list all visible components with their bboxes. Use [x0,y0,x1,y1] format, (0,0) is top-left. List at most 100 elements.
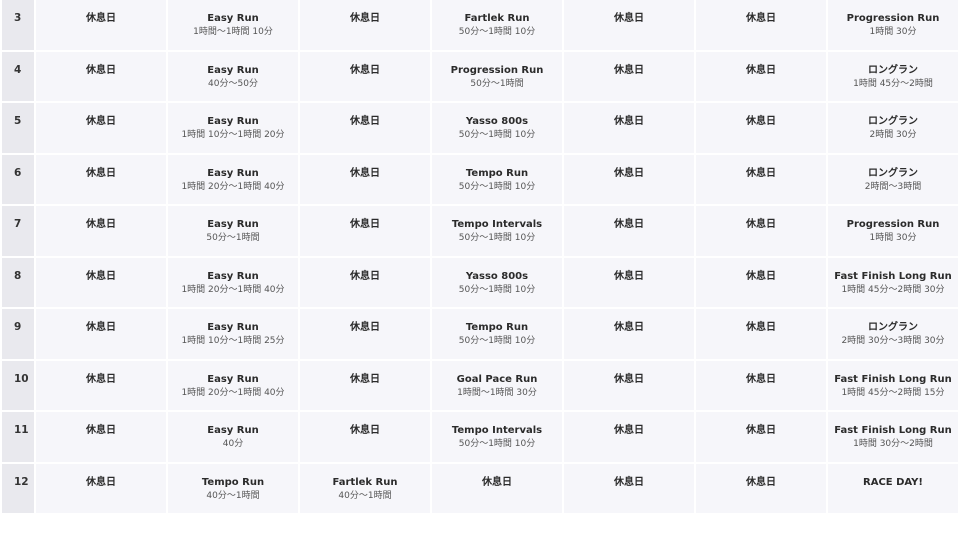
workout-title: 休息日 [86,270,116,282]
workout-title: 休息日 [746,167,776,179]
workout-title: 休息日 [614,116,644,127]
week-number: 6 [2,154,34,206]
workout-cell: 休息日 [300,412,430,464]
workout-duration: 50分〜1時間 10分 [458,233,536,243]
workout-title: Yasso 800s [465,116,529,127]
workout-cell: Fartlek Run 50分〜1時間 10分 [432,0,562,52]
week-number: 10 [2,360,34,412]
workout-cell: Tempo Intervals 50分〜1時間 10分 [432,412,562,464]
workout-title: 休息日 [350,219,380,230]
workout-title: 休息日 [86,167,116,179]
workout-title: 休息日 [746,219,776,230]
workout-title: 休息日 [86,13,116,24]
workout-cell: Fartlek Run 40分〜1時間 [300,463,430,515]
week-number: 12 [2,463,34,515]
workout-cell: 休息日 [564,463,694,515]
workout-cell: Easy Run 1時間〜1時間 10分 [168,0,298,52]
workout-cell: 休息日 [564,51,694,103]
workout-cell: Easy Run 1時間 10分〜1時間 20分 [168,103,298,155]
workout-duration: 1時間 10分〜1時間 25分 [181,336,285,346]
workout-cell: RACE DAY! [828,463,958,515]
workout-title: 休息日 [614,64,644,76]
workout-cell: 休息日 [300,309,430,361]
workout-duration: 50分〜1時間 10分 [458,439,536,449]
workout-title: 休息日 [350,322,380,333]
workout-duration: 50分〜1時間 10分 [458,181,536,192]
workout-title: Fast Finish Long Run [834,270,952,282]
workout-cell: 休息日 [564,103,694,155]
workout-title: 休息日 [746,13,776,24]
workout-title: 休息日 [746,116,776,127]
workout-cell: 休息日 [696,412,826,464]
workout-cell: 休息日 [696,360,826,412]
workout-title: Fartlek Run [332,476,398,488]
workout-title: 休息日 [86,476,116,488]
workout-title: Tempo Intervals [451,425,543,436]
workout-title: 休息日 [350,116,380,127]
workout-title: Progression Run [846,219,940,230]
workout-cell: Tempo Run 40分〜1時間 [168,463,298,515]
workout-cell: 休息日 [36,51,166,103]
workout-title: 休息日 [614,270,644,282]
workout-title: Fast Finish Long Run [834,425,952,436]
workout-cell: Progression Run 1時間 30分 [828,206,958,258]
workout-cell: 休息日 [36,154,166,206]
workout-cell: Easy Run 1時間 20分〜1時間 40分 [168,154,298,206]
workout-cell: Easy Run 50分〜1時間 [168,206,298,258]
workout-cell: Tempo Run 50分〜1時間 10分 [432,309,562,361]
workout-cell: 休息日 [564,360,694,412]
workout-title: ロングラン [868,167,918,179]
workout-cell: 休息日 [300,51,430,103]
workout-title: Tempo Run [465,322,529,333]
workout-duration: 1時間〜1時間 10分 [193,27,273,37]
workout-title: 休息日 [350,13,380,24]
workout-title: Easy Run [207,322,259,333]
workout-title: ロングラン [868,64,918,76]
workout-cell: 休息日 [696,103,826,155]
workout-title: Easy Run [207,167,259,179]
week-number: 9 [2,309,34,361]
workout-title: 休息日 [746,476,776,488]
workout-title: Tempo Intervals [451,219,543,230]
workout-cell: 休息日 [696,206,826,258]
workout-cell: 休息日 [36,206,166,258]
workout-title: ロングラン [868,322,918,333]
workout-title: 休息日 [350,373,380,385]
workout-title: 休息日 [614,219,644,230]
workout-cell: Easy Run 40分〜50分 [168,51,298,103]
workout-duration: 1時間〜1時間 30分 [457,387,537,398]
workout-cell: 休息日 [36,309,166,361]
workout-cell: 休息日 [36,0,166,52]
workout-cell: Easy Run 1時間 20分〜1時間 40分 [168,360,298,412]
workout-title: 休息日 [482,476,512,488]
workout-title: 休息日 [350,167,380,179]
workout-cell: 休息日 [564,309,694,361]
workout-cell: 休息日 [696,51,826,103]
workout-duration: 2時間 30分 [869,130,917,140]
workout-duration: 2時間 30分〜3時間 30分 [841,336,945,346]
workout-cell: 休息日 [36,257,166,309]
workout-cell: Goal Pace Run 1時間〜1時間 30分 [432,360,562,412]
workout-duration: 1時間 45分〜2時間 15分 [841,387,945,398]
workout-cell: 休息日 [564,206,694,258]
workout-duration: 1時間 20分〜1時間 40分 [181,284,285,295]
workout-cell: 休息日 [696,257,826,309]
workout-title: Fartlek Run [464,13,530,24]
workout-title: 休息日 [746,64,776,76]
workout-title: 休息日 [614,476,644,488]
workout-cell: Yasso 800s 50分〜1時間 10分 [432,257,562,309]
workout-title: 休息日 [614,322,644,333]
workout-cell: Tempo Run 50分〜1時間 10分 [432,154,562,206]
workout-title: 休息日 [86,425,116,436]
workout-cell: Easy Run 40分 [168,412,298,464]
workout-title: 休息日 [86,116,116,127]
workout-cell: 休息日 [564,412,694,464]
workout-cell: 休息日 [300,0,430,52]
workout-title: Easy Run [207,116,259,127]
workout-title: 休息日 [86,64,116,76]
workout-cell: ロングラン 1時間 45分〜2時間 [828,51,958,103]
workout-title: Easy Run [207,270,259,282]
workout-duration: 50分〜1時間 [470,78,524,89]
workout-duration: 1時間 30分 [869,233,917,243]
workout-cell: Progression Run 50分〜1時間 [432,51,562,103]
